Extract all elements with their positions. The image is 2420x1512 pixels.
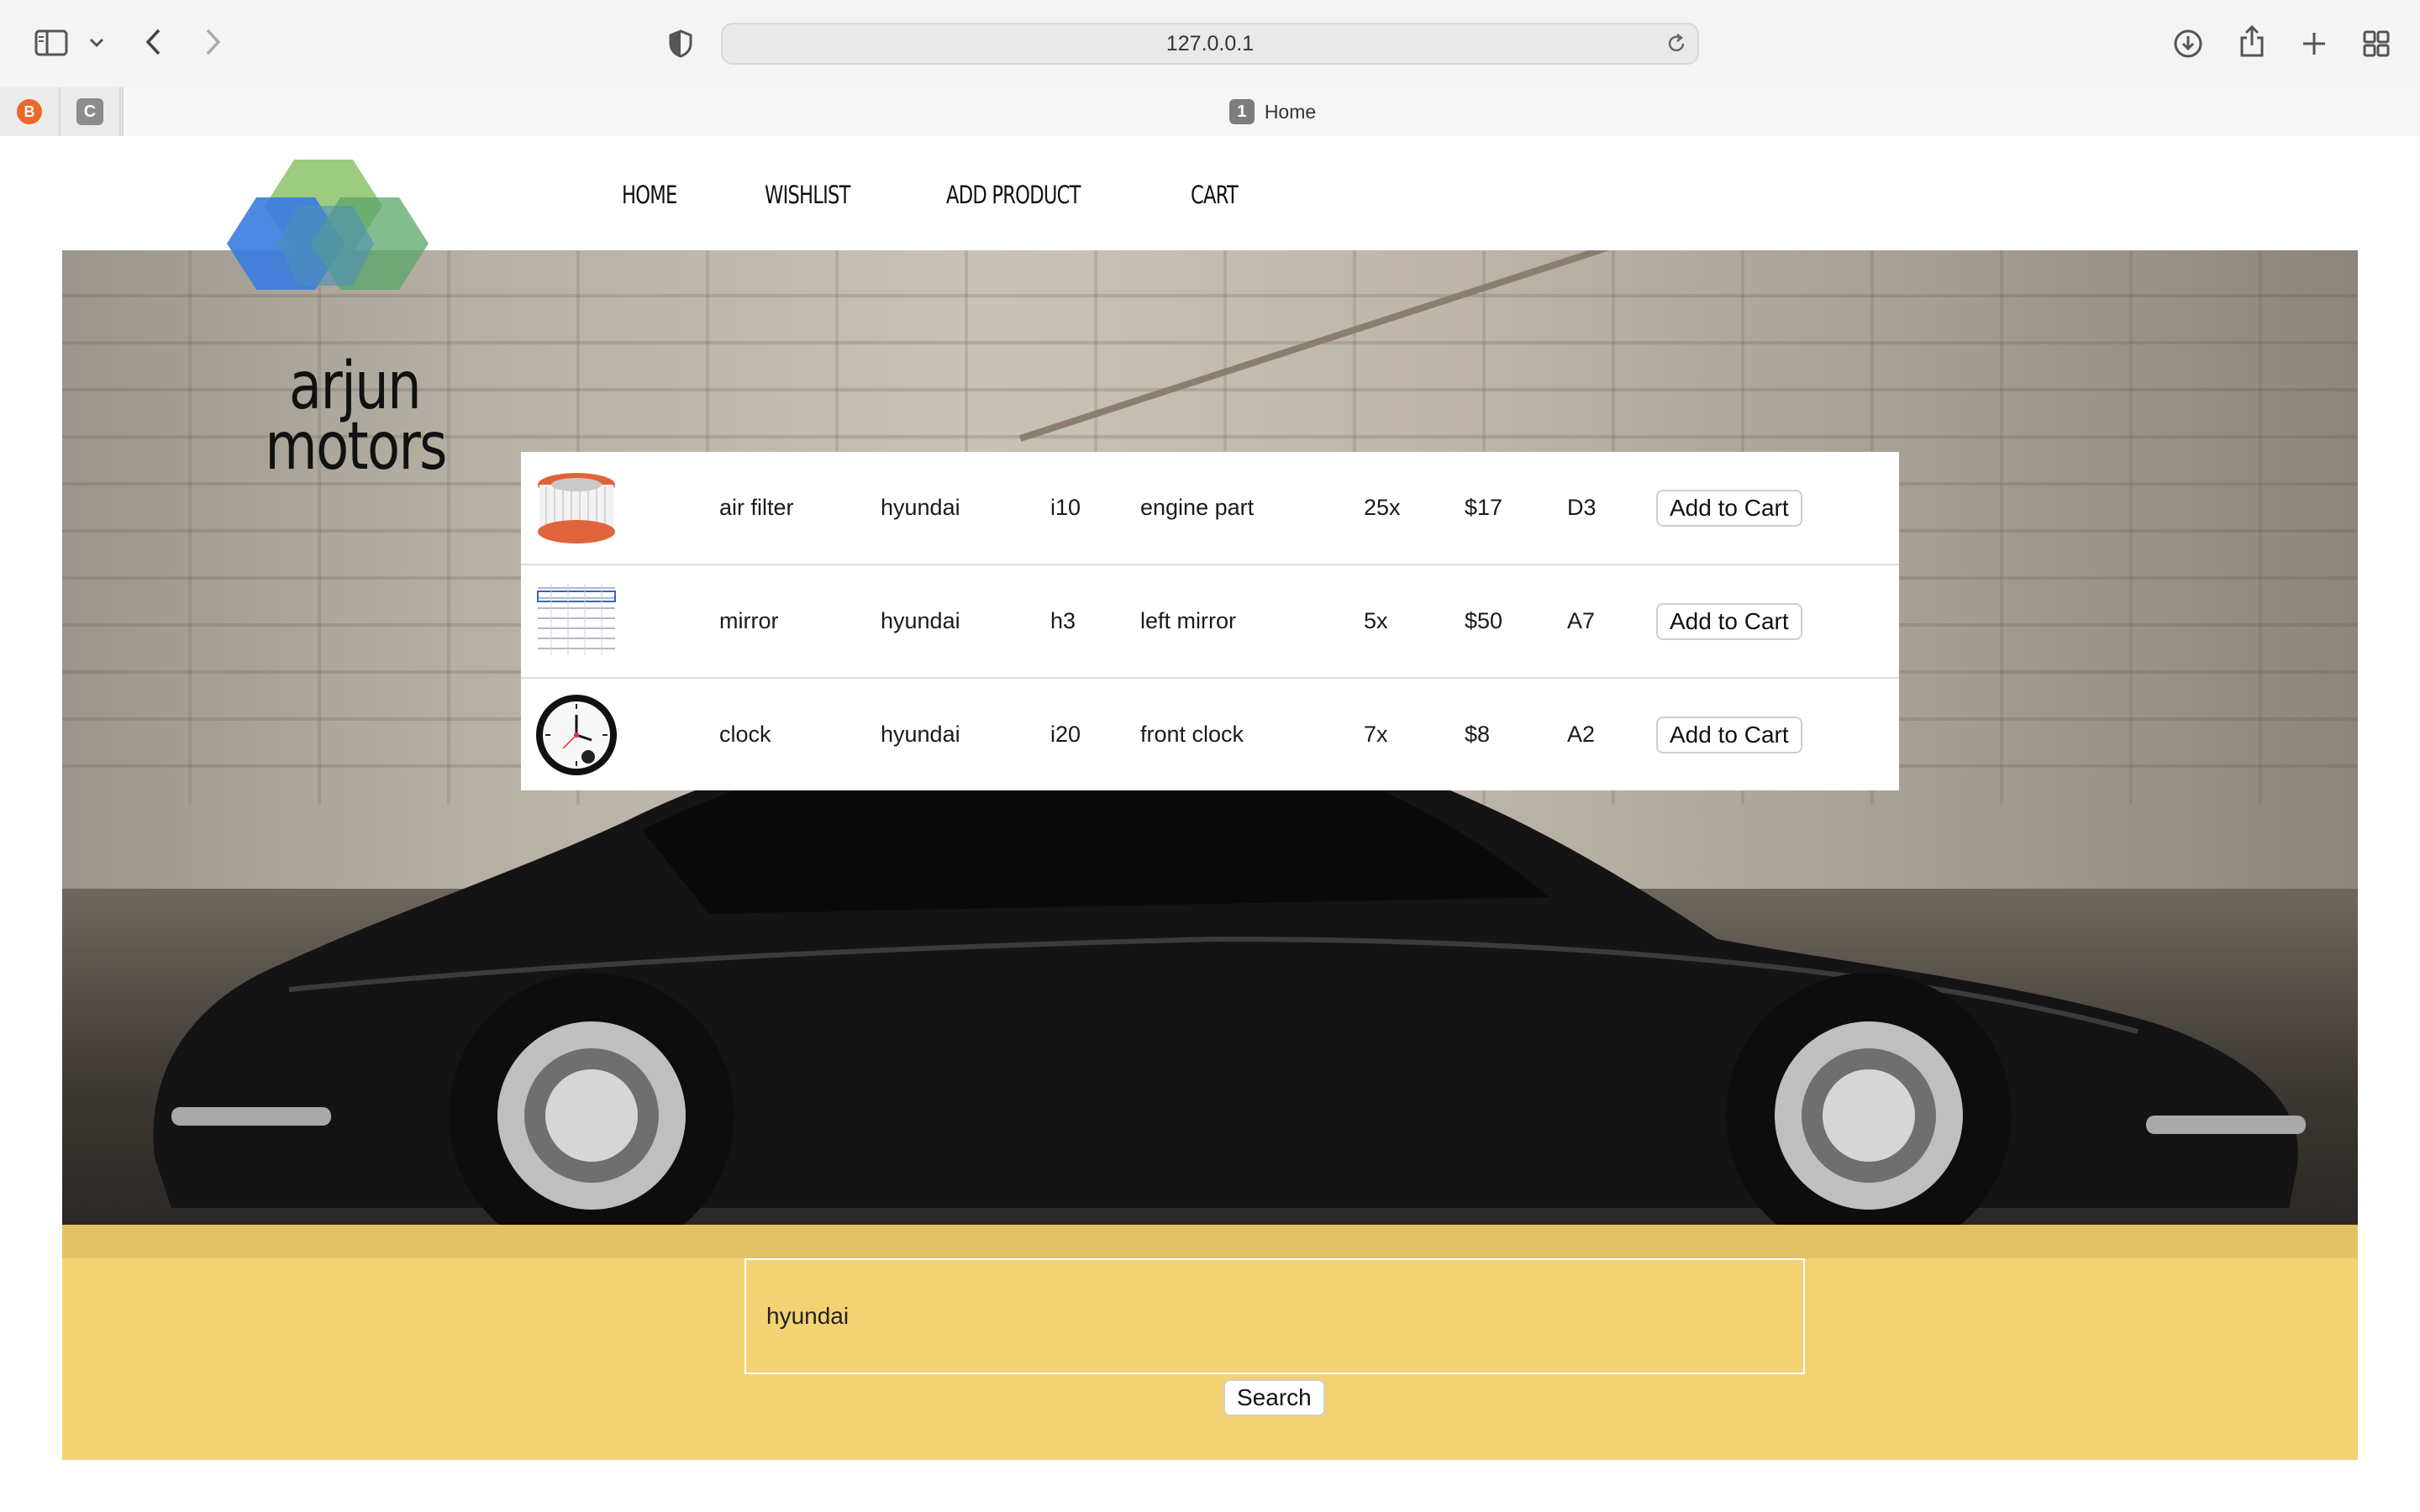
table-row: air filter hyundai i10 engine part 25x $… bbox=[521, 452, 1899, 565]
table-row: clock hyundai i20 front clock 7x $8 A2 A… bbox=[521, 678, 1899, 790]
product-quantity: 7x bbox=[1364, 722, 1388, 747]
main-nav: HOME WISHLIST ADD PRODUCT CART bbox=[622, 170, 1342, 220]
share-icon[interactable] bbox=[2233, 22, 2270, 60]
nav-wishlist[interactable]: WISHLIST bbox=[765, 181, 850, 209]
logo-line-1: arjun bbox=[288, 349, 422, 424]
tab-home[interactable]: 1 Home bbox=[122, 87, 2420, 136]
product-quantity: 25x bbox=[1364, 452, 1465, 565]
product-location: A7 bbox=[1567, 564, 1656, 679]
url-bar[interactable]: 127.0.0.1 bbox=[721, 23, 1699, 65]
downloads-icon[interactable] bbox=[2170, 25, 2207, 62]
logo-text: arjun motors bbox=[265, 349, 447, 485]
privacy-shield-icon[interactable] bbox=[664, 27, 697, 60]
nav-cart[interactable]: CART bbox=[1191, 181, 1239, 209]
product-category: engine part bbox=[1140, 452, 1364, 565]
product-action-cell: Add to Cart bbox=[1656, 678, 1899, 790]
product-model: i20 bbox=[1050, 722, 1081, 747]
tab-strip: B C 1 Home bbox=[0, 87, 2420, 136]
product-image-cell bbox=[521, 452, 719, 565]
product-price: $50 bbox=[1465, 564, 1567, 679]
tab-overview-icon[interactable] bbox=[2358, 25, 2395, 62]
browser-chrome: 127.0.0.1 B C 1 Home bbox=[0, 0, 2420, 138]
logo-line-2: motors bbox=[265, 409, 447, 485]
page-content: arjun motors HOME WISHLIST ADD PRODUCT C… bbox=[0, 136, 2420, 1512]
url-text: 127.0.0.1 bbox=[1165, 31, 1255, 55]
back-icon[interactable] bbox=[138, 24, 168, 60]
product-location: A2 bbox=[1567, 722, 1596, 747]
search-section-stripe bbox=[62, 1225, 2358, 1258]
nav-add-product[interactable]: ADD PRODUCT bbox=[946, 181, 1081, 209]
add-to-cart-button[interactable]: Add to Cart bbox=[1656, 602, 1802, 640]
search-section: Search bbox=[62, 1225, 2358, 1460]
chevron-down-icon[interactable] bbox=[84, 30, 109, 55]
product-brand: hyundai bbox=[881, 564, 1050, 679]
tab-title: Home bbox=[1264, 100, 1317, 123]
search-button[interactable]: Search bbox=[1223, 1379, 1325, 1416]
air-filter-image bbox=[538, 472, 615, 543]
mirror-image bbox=[534, 579, 618, 664]
clock-image bbox=[536, 694, 617, 775]
product-action-cell: Add to Cart bbox=[1656, 564, 1899, 679]
tab-badge: 1 bbox=[1228, 99, 1255, 124]
product-brand: hyundai bbox=[881, 452, 1050, 565]
product-name: mirror bbox=[719, 564, 881, 679]
product-image-cell bbox=[521, 564, 719, 679]
table-row: mirror hyundai h3 left mirror 5x $50 A7 … bbox=[521, 564, 1899, 679]
forward-icon[interactable] bbox=[198, 24, 229, 60]
sidebar-toggle-icon[interactable] bbox=[30, 25, 72, 60]
product-name: air filter bbox=[719, 452, 881, 565]
product-quantity: 5x bbox=[1364, 564, 1465, 679]
pinned-tab-c[interactable]: C bbox=[60, 87, 121, 136]
reload-icon[interactable] bbox=[1665, 33, 1687, 60]
product-brand: hyundai bbox=[881, 722, 960, 747]
new-tab-icon[interactable] bbox=[2296, 25, 2333, 62]
product-action-cell: Add to Cart bbox=[1656, 452, 1899, 565]
product-location: D3 bbox=[1567, 452, 1656, 565]
product-category: front clock bbox=[1140, 722, 1244, 747]
pinned-tab-b[interactable]: B bbox=[0, 87, 60, 136]
browser-toolbar: 127.0.0.1 bbox=[0, 0, 2420, 86]
product-category: left mirror bbox=[1140, 564, 1364, 679]
nav-home[interactable]: HOME bbox=[622, 181, 677, 209]
pinned-tab-b-icon: B bbox=[17, 99, 42, 124]
product-price: $17 bbox=[1465, 452, 1567, 565]
product-model: i10 bbox=[1050, 452, 1140, 565]
product-table: air filter hyundai i10 engine part 25x $… bbox=[521, 452, 1899, 790]
product-name: clock bbox=[719, 722, 771, 747]
product-model: h3 bbox=[1050, 564, 1140, 679]
add-to-cart-button[interactable]: Add to Cart bbox=[1656, 489, 1802, 527]
pinned-tab-c-icon: C bbox=[76, 98, 103, 125]
product-price: $8 bbox=[1465, 722, 1491, 747]
product-image-cell bbox=[521, 678, 719, 790]
add-to-cart-button[interactable]: Add to Cart bbox=[1656, 716, 1802, 753]
search-input[interactable] bbox=[744, 1258, 1805, 1374]
